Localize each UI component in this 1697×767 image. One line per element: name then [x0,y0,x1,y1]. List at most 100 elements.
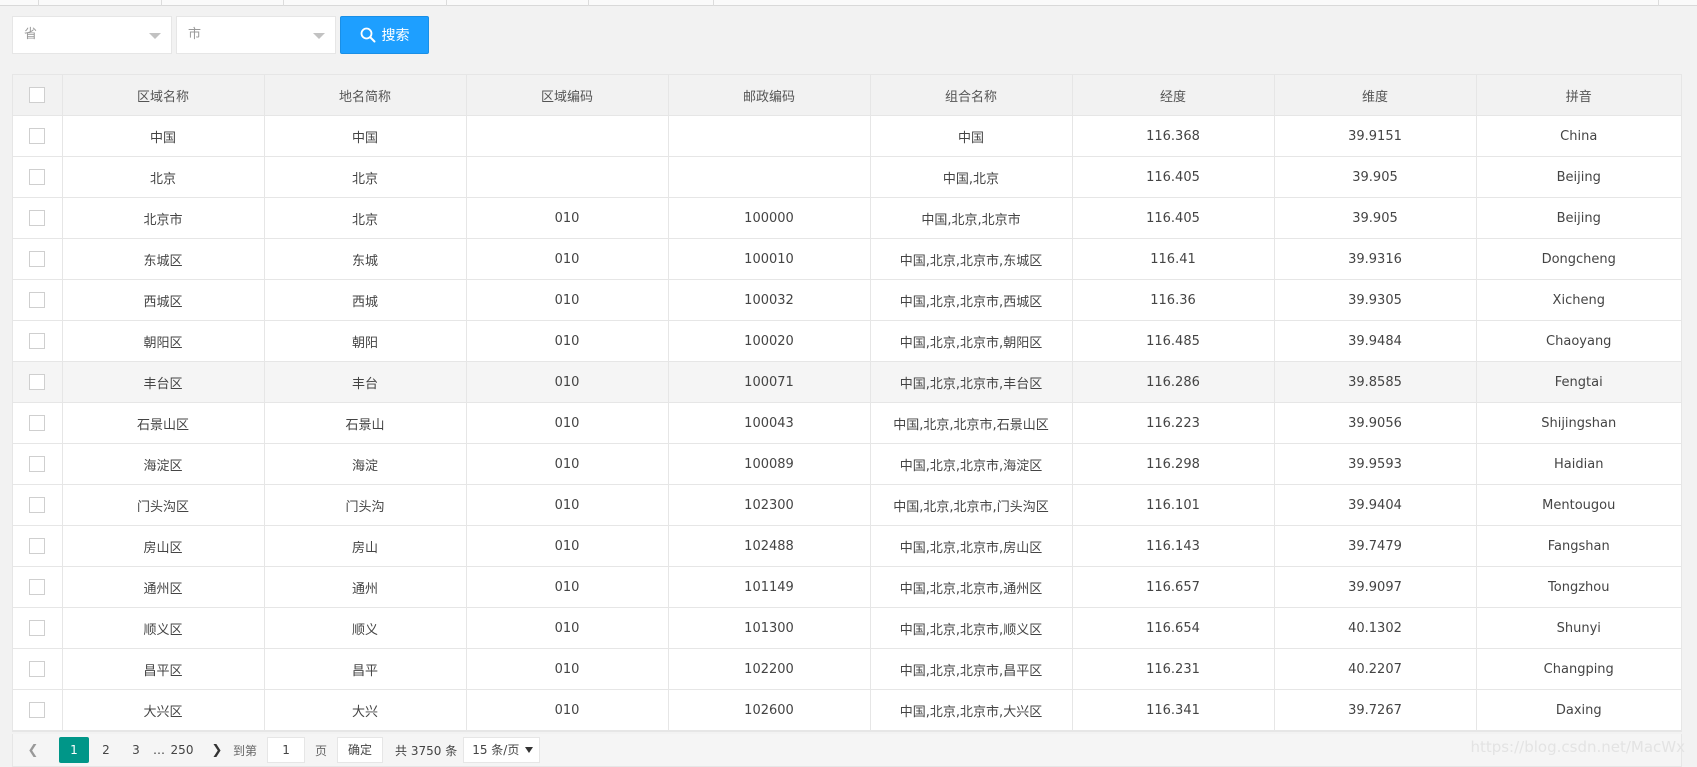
table-cell [465,115,669,157]
table-cell: Daxing [1475,689,1681,731]
row-select-cell [13,525,63,567]
table-cell: 中国,北京,北京市,顺义区 [869,607,1073,649]
table-cell: 大兴区 [61,689,265,731]
table-row[interactable]: 门头沟区 门头沟 010 102300 中国,北京,北京市,门头沟区 116.101 39.… [13,484,1681,526]
table-cell: 40.1302 [1273,607,1477,649]
table-cell: 102600 [667,689,871,731]
row-select-cell [13,156,63,198]
page-button[interactable]: 2 [91,737,121,763]
row-checkbox[interactable] [29,210,46,226]
table-body: 中国 中国 中国 116.368 39.9151 China 北京 北京 中国,北京 116.40… [13,115,1681,731]
table-cell: Dongcheng [1475,238,1681,280]
city-select[interactable]: 市 [176,16,336,54]
row-checkbox[interactable] [29,374,46,390]
row-checkbox[interactable] [29,497,46,513]
column-header[interactable]: 邮政编码 [667,75,871,116]
row-checkbox[interactable] [29,620,46,636]
table-cell: 西城 [263,279,467,321]
select-all-checkbox[interactable] [29,87,46,103]
table-cell: 石景山区 [61,402,265,444]
page-size-select[interactable]: 15 条/页 [463,737,541,763]
page-button-last[interactable]: 250 [167,737,197,763]
row-checkbox[interactable] [29,702,46,718]
row-checkbox[interactable] [29,538,46,554]
table-row[interactable]: 海淀区 海淀 010 100089 中国,北京,北京市,海淀区 116.298 39.959… [13,443,1681,485]
row-checkbox[interactable] [29,661,46,677]
table-cell: 100020 [667,320,871,362]
table-cell: 102200 [667,648,871,690]
search-button[interactable]: 搜索 [340,16,429,54]
top-tab-segment [283,0,447,6]
table-cell: 100089 [667,443,871,485]
table-row[interactable]: 西城区 西城 010 100032 中国,北京,北京市,西城区 116.36 39.9305… [13,279,1681,321]
table-cell: 中国,北京,北京市,丰台区 [869,361,1073,403]
row-checkbox[interactable] [29,456,46,472]
table-cell: 116.143 [1071,525,1275,567]
row-checkbox[interactable] [29,292,46,308]
table-row[interactable]: 石景山区 石景山 010 100043 中国,北京,北京市,石景山区 116.223 39.… [13,402,1681,444]
column-header[interactable]: 区域名称 [61,75,265,116]
table-cell: Changping [1475,648,1681,690]
table-cell: 房山区 [61,525,265,567]
row-checkbox[interactable] [29,333,46,349]
goto-page-input[interactable]: 1 [267,737,306,763]
page-button-current[interactable]: 1 [59,737,89,763]
table-cell: 39.9593 [1273,443,1477,485]
column-header[interactable]: 拼音 [1475,75,1681,116]
page-size-label: 15 条/页 [472,743,520,757]
table-cell: 116.36 [1071,279,1275,321]
table-row[interactable]: 东城区 东城 010 100010 中国,北京,北京市,东城区 116.41 39.9316… [13,238,1681,280]
row-checkbox[interactable] [29,128,46,144]
table-cell: 116.286 [1071,361,1275,403]
table-row[interactable]: 丰台区 丰台 010 100071 中国,北京,北京市,丰台区 116.286 39.858… [13,361,1681,403]
goto-confirm-button[interactable]: 确定 [337,737,384,763]
table-cell: 东城 [263,238,467,280]
table-cell: 通州 [263,566,467,608]
table-row[interactable]: 北京市 北京 010 100000 中国,北京,北京市 116.405 39.905 Beij… [13,197,1681,239]
chevron-right-icon[interactable]: ❯ [207,737,227,763]
top-tab-segment [0,0,39,6]
table-row[interactable]: 中国 中国 中国 116.368 39.9151 China [13,115,1681,157]
column-header[interactable]: 维度 [1273,75,1477,116]
table-row[interactable]: 房山区 房山 010 102488 中国,北京,北京市,房山区 116.143 39.747… [13,525,1681,567]
table-cell: Haidian [1475,443,1681,485]
province-select[interactable]: 省 [12,16,172,54]
table-cell: 39.9056 [1273,402,1477,444]
table-cell: 116.101 [1071,484,1275,526]
table-row[interactable]: 朝阳区 朝阳 010 100020 中国,北京,北京市,朝阳区 116.485 39.948… [13,320,1681,362]
table-row[interactable]: 北京 北京 中国,北京 116.405 39.905 Beijing [13,156,1681,198]
page-button[interactable]: 3 [121,737,151,763]
table-cell: Xicheng [1475,279,1681,321]
table-cell: 顺义区 [61,607,265,649]
row-checkbox[interactable] [29,579,46,595]
row-checkbox[interactable] [29,415,46,431]
table-cell: 010 [465,279,669,321]
table-cell: Beijing [1475,197,1681,239]
table-cell: 116.298 [1071,443,1275,485]
column-header[interactable]: 地名简称 [263,75,467,116]
column-header[interactable]: 经度 [1071,75,1275,116]
table-cell: 中国,北京,北京市,门头沟区 [869,484,1073,526]
top-tab-segment [588,0,714,6]
table-cell: 朝阳区 [61,320,265,362]
table-cell: 010 [465,361,669,403]
table-cell: 010 [465,238,669,280]
table-cell: 中国,北京,北京市,通州区 [869,566,1073,608]
chevron-left-icon[interactable]: ❮ [23,737,43,763]
table-cell: 101300 [667,607,871,649]
table-cell: 中国 [263,115,467,157]
column-header[interactable]: 区域编码 [465,75,669,116]
column-header[interactable]: 组合名称 [869,75,1073,116]
table-row[interactable]: 昌平区 昌平 010 102200 中国,北京,北京市,昌平区 116.231 40.220… [13,648,1681,690]
row-checkbox[interactable] [29,169,46,185]
row-select-cell [13,197,63,239]
table-cell: 中国,北京 [869,156,1073,198]
table-cell: 门头沟 [263,484,467,526]
top-tab-segment [1618,0,1659,6]
table-row[interactable]: 顺义区 顺义 010 101300 中国,北京,北京市,顺义区 116.654 40.130… [13,607,1681,649]
table-row[interactable]: 大兴区 大兴 010 102600 中国,北京,北京市,大兴区 116.341 39.726… [13,689,1681,731]
row-checkbox[interactable] [29,251,46,267]
table-cell: 北京 [263,197,467,239]
table-row[interactable]: 通州区 通州 010 101149 中国,北京,北京市,通州区 116.657 39.909… [13,566,1681,608]
table-cell: 中国,北京,北京市,海淀区 [869,443,1073,485]
